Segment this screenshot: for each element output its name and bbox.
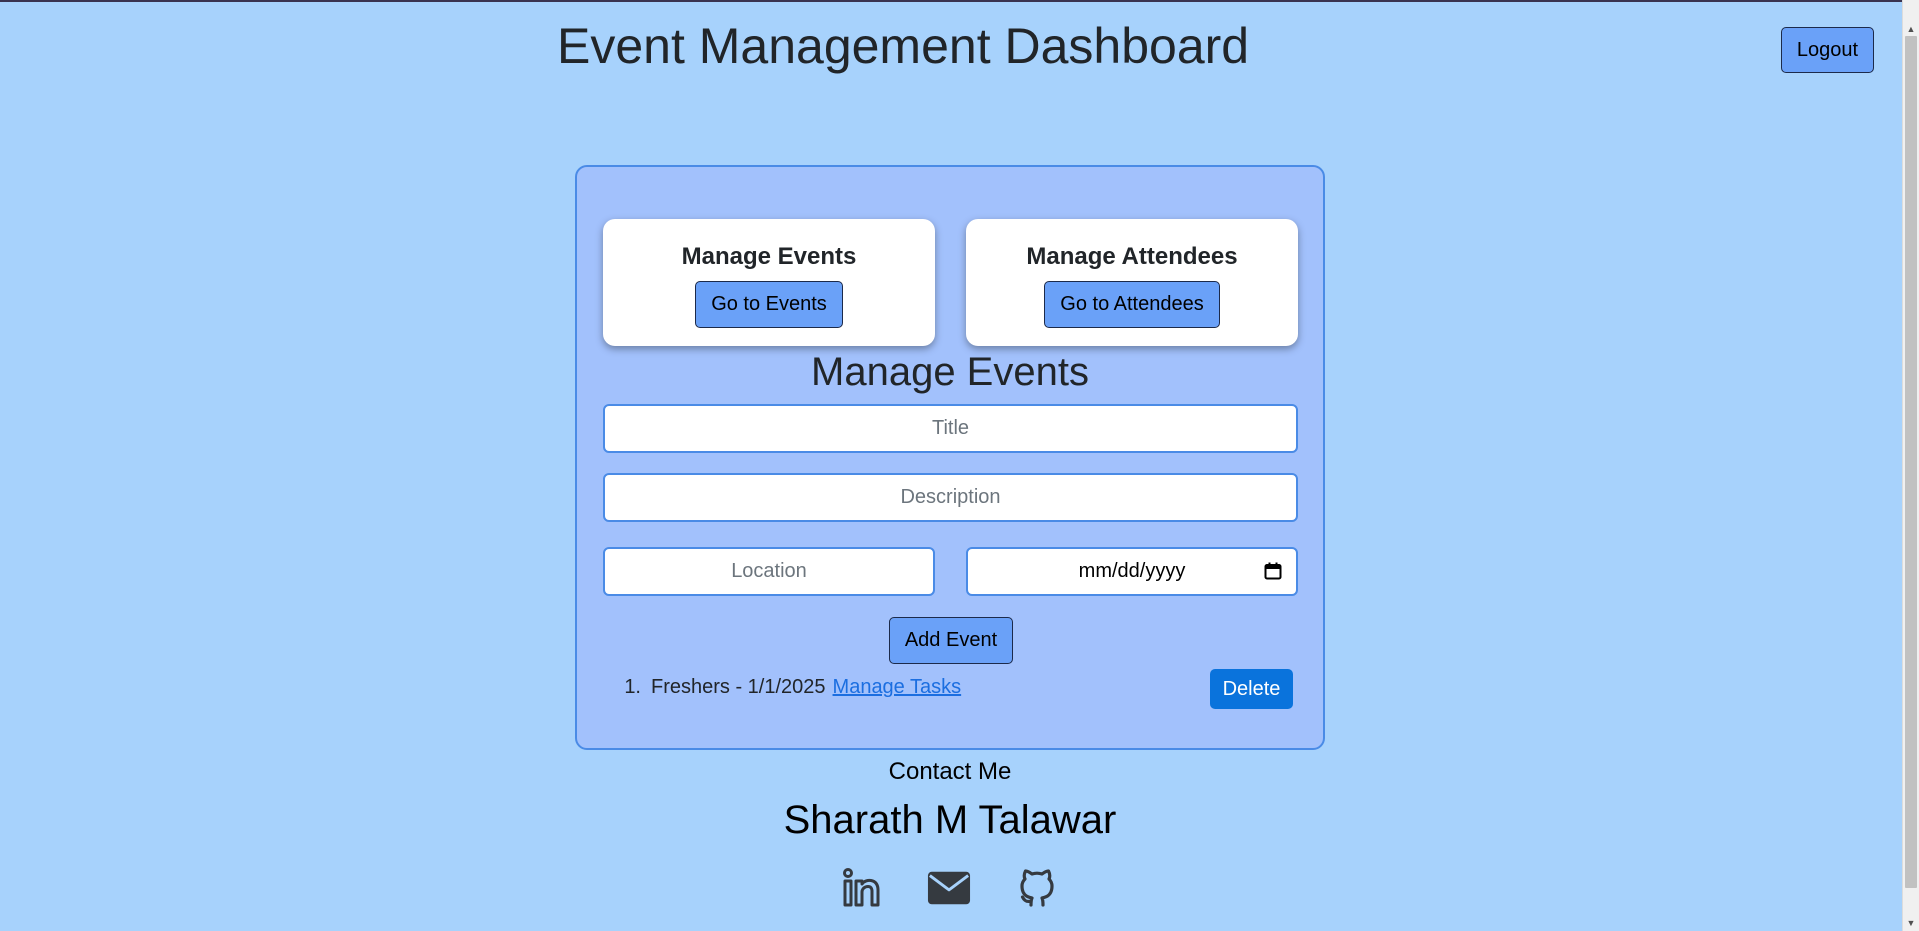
scroll-thumb[interactable] [1905,36,1917,888]
scrollbar[interactable]: ▲ ▼ [1902,0,1919,931]
scroll-up-arrow-icon[interactable]: ▲ [1903,20,1919,37]
add-event-button[interactable]: Add Event [889,617,1013,664]
manage-tasks-link[interactable]: Manage Tasks [833,676,962,699]
go-to-attendees-button[interactable]: Go to Attendees [1044,281,1220,328]
description-input[interactable] [603,473,1298,522]
mail-icon[interactable] [927,866,971,910]
contact-name: Sharath M Talawar [783,798,1117,842]
logout-button[interactable]: Logout [1781,27,1874,73]
window-top-border [0,0,1919,2]
title-input[interactable] [603,404,1298,453]
date-input[interactable]: mm/dd/yyyy [966,547,1298,596]
manage-attendees-card: Manage Attendees Go to Attendees [966,219,1298,346]
manage-events-card: Manage Events Go to Events [603,219,935,346]
list-item: 1. Freshers - 1/1/2025 Manage Tasks Dele… [603,665,1298,709]
go-to-events-button[interactable]: Go to Events [695,281,843,328]
scroll-down-arrow-icon[interactable]: ▼ [1903,914,1919,931]
calendar-icon[interactable] [1264,562,1282,580]
event-number: 1. [624,675,641,698]
dashboard-panel: Manage Events Go to Events Manage Attend… [575,165,1325,750]
card-title: Manage Events [681,243,857,270]
location-input[interactable] [603,547,935,596]
contact-heading: Contact Me [888,758,1012,785]
date-placeholder: mm/dd/yyyy [1078,560,1186,582]
delete-button[interactable]: Delete [1210,669,1293,709]
page-title: Event Management Dashboard [557,18,1250,74]
event-list: 1. Freshers - 1/1/2025 Manage Tasks Dele… [603,665,1298,709]
linkedin-icon[interactable] [840,866,884,910]
github-icon[interactable] [1015,866,1059,910]
section-title: Manage Events [811,350,1089,394]
event-text: Freshers - 1/1/2025 [651,675,826,698]
card-title: Manage Attendees [1026,243,1238,270]
